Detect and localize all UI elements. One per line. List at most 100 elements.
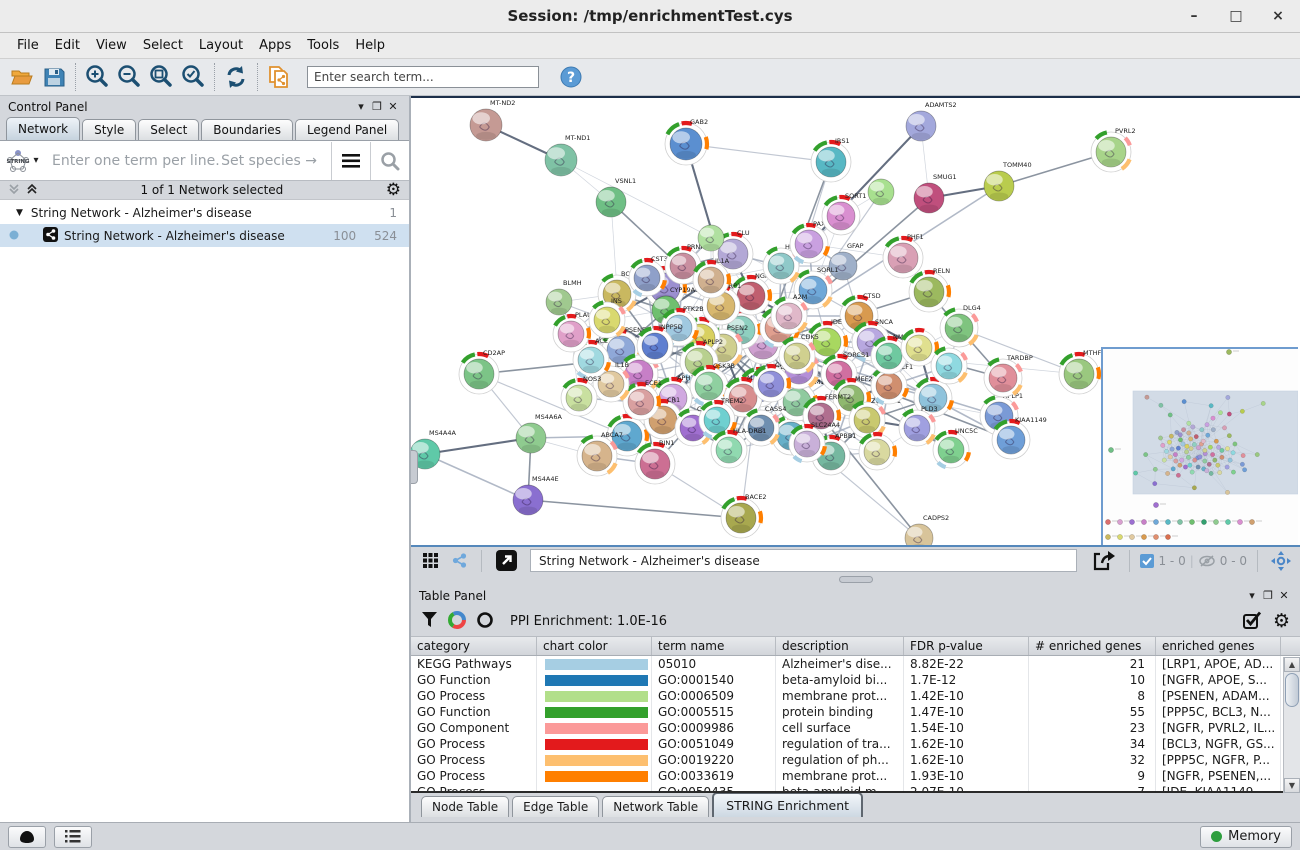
table-row[interactable]: GO ProcessGO:0006509membrane prot...1.42…: [411, 688, 1300, 704]
tab-network-table[interactable]: Network Table: [602, 796, 709, 817]
menu-apps[interactable]: Apps: [252, 35, 298, 56]
menu-file[interactable]: File: [10, 35, 46, 56]
collapse-all-icon[interactable]: [8, 183, 20, 198]
node-TARDBP[interactable]: TARDBP: [984, 354, 1033, 397]
expand-all-icon[interactable]: [26, 183, 38, 198]
clone-network-icon[interactable]: [263, 62, 295, 92]
tab-boundaries[interactable]: Boundaries: [201, 119, 293, 140]
detach-view-icon[interactable]: [492, 546, 520, 576]
node-INS[interactable]: INS: [589, 297, 625, 338]
table-row[interactable]: GO ComponentGO:0009986cell surface1.54E-…: [411, 720, 1300, 736]
table-panel-menu-icon[interactable]: ▾: [1244, 589, 1260, 602]
minimize-button[interactable]: –: [1186, 8, 1202, 24]
node-BLMH[interactable]: BLMH: [546, 279, 582, 315]
menu-layout[interactable]: Layout: [192, 35, 250, 56]
zoom-in-icon[interactable]: [81, 62, 113, 92]
node-NOS3[interactable]: NOS3: [561, 375, 601, 416]
pie-chart-icon[interactable]: [448, 611, 466, 632]
memory-button[interactable]: Memory: [1200, 826, 1292, 848]
menu-select[interactable]: Select: [136, 35, 190, 56]
node-TOMM40[interactable]: TOMM40: [984, 161, 1032, 201]
task-history-button[interactable]: [54, 826, 92, 848]
zoom-out-icon[interactable]: [113, 62, 145, 92]
open-file-icon[interactable]: [6, 62, 38, 92]
scroll-down-arrow[interactable]: ▼: [1284, 778, 1300, 793]
menu-edit[interactable]: Edit: [48, 35, 87, 56]
export-network-icon[interactable]: [1089, 546, 1119, 576]
tab-legend-panel[interactable]: Legend Panel: [295, 119, 399, 140]
node-DLG4[interactable]: DLG4: [940, 304, 981, 347]
node-MT-ND1[interactable]: MT-ND1: [545, 134, 590, 176]
share-view-icon[interactable]: [447, 546, 471, 576]
search-input[interactable]: [307, 66, 539, 88]
tab-edge-table[interactable]: Edge Table: [512, 796, 599, 817]
scroll-thumb[interactable]: [1285, 673, 1299, 707]
network-collection-row[interactable]: ▼ String Network - Alzheimer's disease 1: [0, 201, 409, 224]
table-row[interactable]: GO ProcessGO:0019220regulation of ph...1…: [411, 752, 1300, 768]
node-PVRL2[interactable]: PVRL2: [1091, 127, 1136, 172]
node-ABCA7[interactable]: ABCA7: [577, 431, 623, 476]
maximize-button[interactable]: □: [1228, 8, 1244, 24]
node-KIAA1149[interactable]: KIAA1149: [992, 416, 1047, 459]
column-header-chart-color[interactable]: chart color: [537, 637, 652, 655]
table-panel-close-icon[interactable]: ✕: [1276, 589, 1292, 602]
network-row-selected[interactable]: String Network - Alzheimer's disease 100…: [0, 224, 409, 247]
node-A2M[interactable]: A2M: [771, 293, 807, 334]
node-CD2AP[interactable]: CD2AP: [459, 349, 505, 394]
node-PHF1[interactable]: PHF1: [883, 233, 924, 278]
table-row[interactable]: GO ProcessGO:0033619membrane prot...1.93…: [411, 768, 1300, 784]
node-MS4A4E[interactable]: MS4A4E: [513, 475, 559, 515]
node-MS4A6A[interactable]: MS4A6A: [516, 413, 562, 453]
table-settings-gear-icon[interactable]: ⚙: [1273, 612, 1290, 631]
table-row[interactable]: GO FunctionGO:0005515protein binding1.47…: [411, 704, 1300, 720]
zoom-fit-icon[interactable]: [145, 62, 177, 92]
birdseye-toggle-icon[interactable]: [1268, 546, 1294, 576]
birdseye-overview[interactable]: [1101, 347, 1298, 545]
panel-close-icon[interactable]: ✕: [385, 100, 401, 113]
column-header-term-name[interactable]: term name: [652, 637, 776, 655]
search-options-icon[interactable]: [332, 141, 370, 181]
menu-help[interactable]: Help: [348, 35, 392, 56]
table-row[interactable]: KEGG Pathways05010Alzheimer's dise...8.8…: [411, 656, 1300, 672]
column-header-FDR-p-value[interactable]: FDR p-value: [904, 637, 1029, 655]
table-row[interactable]: GO ProcessGO:0050435beta-amyloid m...2.0…: [411, 784, 1300, 793]
help-icon[interactable]: ?: [555, 62, 587, 92]
node-PLD3[interactable]: PLD3: [899, 405, 938, 446]
node[interactable]: [859, 434, 895, 470]
node-HLA-DRB1[interactable]: HLA-DRB1: [711, 427, 766, 468]
tab-style[interactable]: Style: [82, 119, 136, 140]
collapse-triangle-icon[interactable]: ▼: [0, 208, 31, 218]
table-row[interactable]: GO ProcessGO:0051049regulation of tra...…: [411, 736, 1300, 752]
node-UNC5C[interactable]: UNC5C: [933, 427, 978, 468]
tab-network[interactable]: Network: [6, 117, 80, 140]
panel-float-icon[interactable]: ❐: [369, 100, 385, 113]
node[interactable]: [698, 225, 724, 251]
string-app-selector[interactable]: STRING ▾: [0, 148, 44, 174]
table-row[interactable]: GO FunctionGO:0001540beta-amyloid bi...1…: [411, 672, 1300, 688]
node-IRS1[interactable]: IRS1: [811, 137, 851, 182]
tab-select[interactable]: Select: [138, 119, 199, 140]
refresh-icon[interactable]: [220, 62, 252, 92]
network-options-gear-icon[interactable]: ⚙: [386, 182, 401, 199]
panel-divider-handle[interactable]: [839, 576, 873, 583]
column-header-description[interactable]: description: [776, 637, 904, 655]
network-canvas[interactable]: MT-ND2MT-ND1VSNL1GAB2IRS1ADAMTS2PVRL2SMU…: [411, 96, 1300, 545]
string-search-icon[interactable]: [371, 141, 409, 181]
filter-icon[interactable]: [421, 611, 438, 631]
node-CADPS2[interactable]: CADPS2: [905, 514, 949, 545]
ring-chart-icon[interactable]: [476, 611, 494, 632]
node-SMUG1[interactable]: SMUG1: [914, 173, 957, 213]
node-ADAMTS2[interactable]: ADAMTS2: [906, 101, 957, 141]
splitter-handle[interactable]: [411, 450, 418, 484]
node-GAB2[interactable]: GAB2: [665, 118, 708, 165]
close-button[interactable]: ×: [1270, 8, 1286, 24]
scroll-up-arrow[interactable]: ▲: [1284, 657, 1300, 672]
set-species-link[interactable]: Set species →: [221, 153, 331, 169]
menu-tools[interactable]: Tools: [300, 35, 346, 56]
node-SORT1[interactable]: SORT1: [822, 192, 866, 235]
table-panel-float-icon[interactable]: ❐: [1260, 589, 1276, 602]
menu-view[interactable]: View: [89, 35, 134, 56]
save-icon[interactable]: [38, 62, 70, 92]
tab-node-table[interactable]: Node Table: [421, 796, 509, 817]
node-VSNL1[interactable]: VSNL1: [596, 177, 636, 217]
